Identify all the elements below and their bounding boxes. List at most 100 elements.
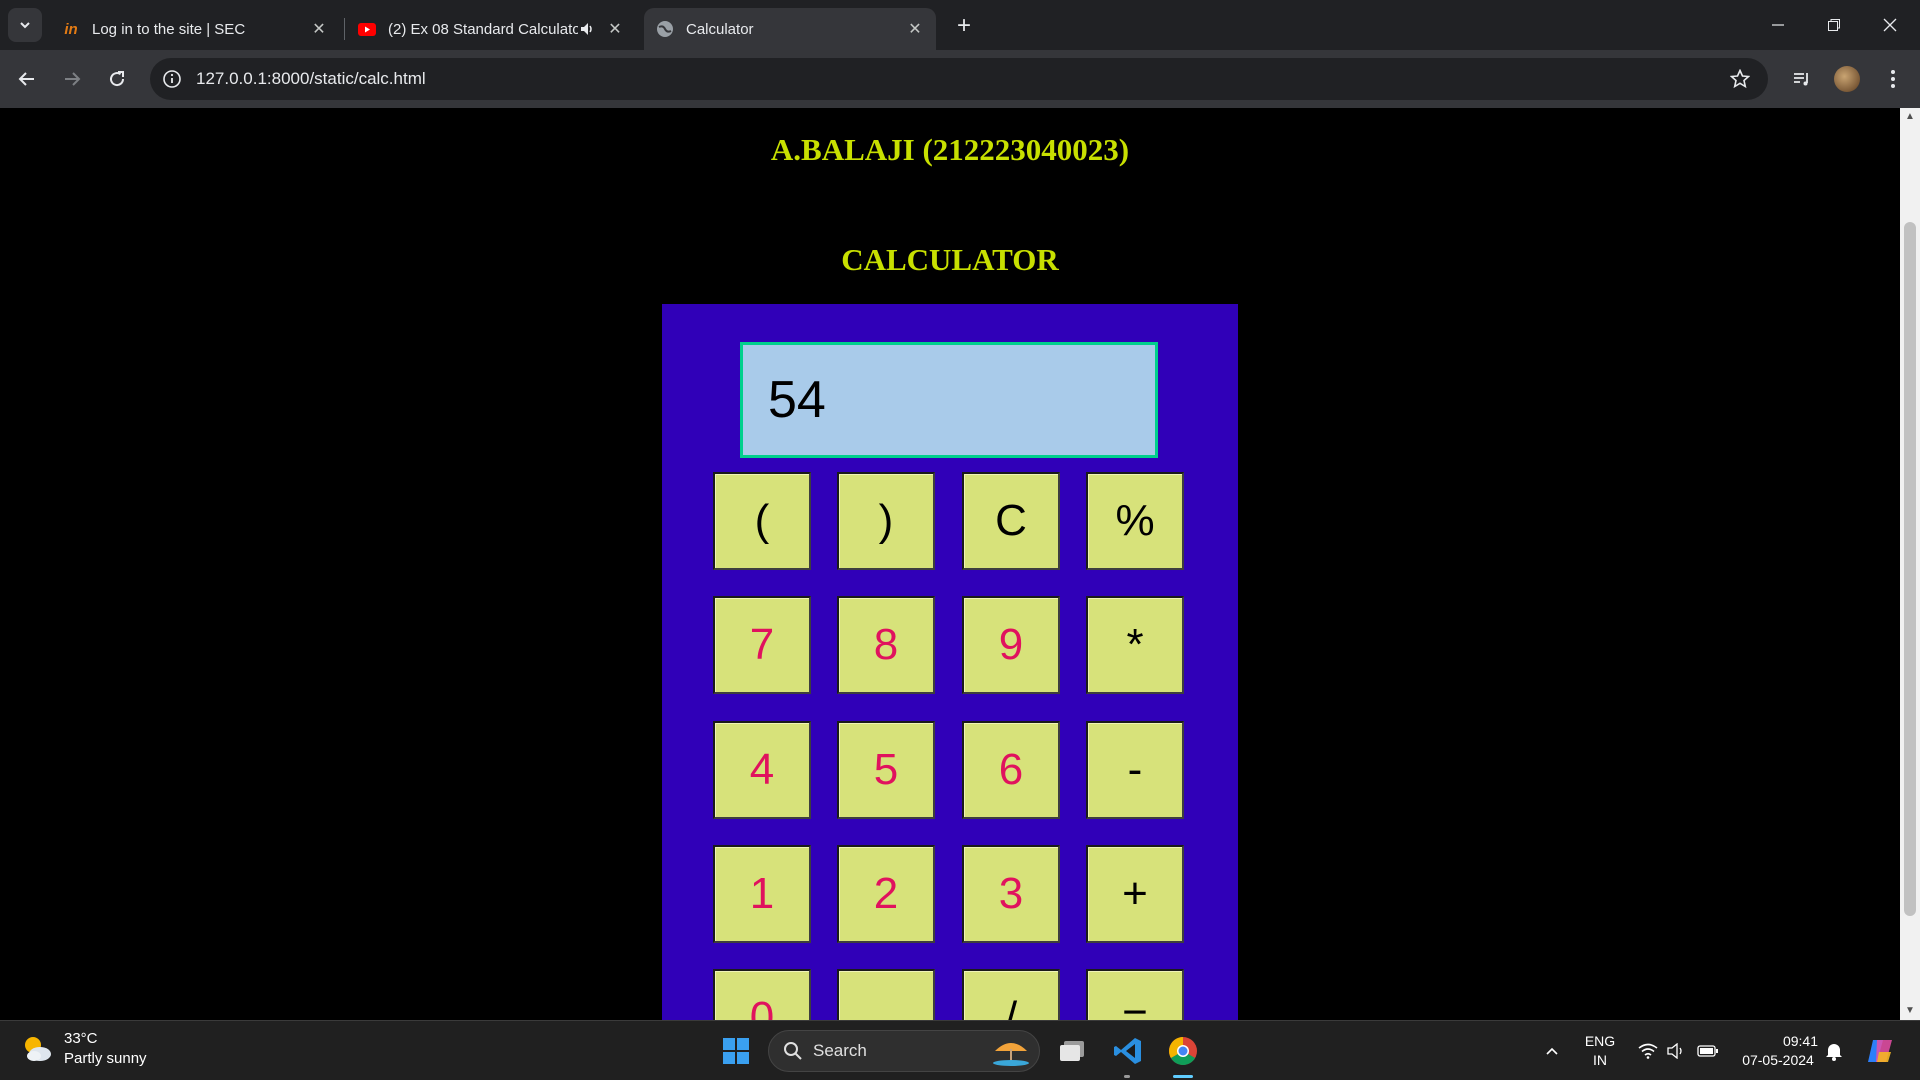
- task-view-icon: [1060, 1041, 1084, 1061]
- globe-icon: [656, 20, 674, 38]
- restore-button[interactable]: [1806, 0, 1862, 50]
- close-icon[interactable]: ✕: [606, 20, 624, 38]
- author-heading: A.BALAJI (212223040023): [770, 132, 1130, 167]
- chevron-up-icon: [1546, 1047, 1558, 1055]
- search-icon: [784, 1042, 802, 1060]
- key-open-paren[interactable]: (: [713, 472, 811, 570]
- temperature-text: 33°C: [64, 1030, 98, 1047]
- running-app-indicator: [1124, 1075, 1130, 1078]
- scroll-down-icon[interactable]: ▼: [1905, 1006, 1915, 1016]
- calculator: 54 ( ) C % 7 8 9 * 4 5 6 - 1 2 3 + 0 . /…: [662, 304, 1238, 1020]
- chrome-taskbar-button[interactable]: [1163, 1031, 1203, 1071]
- speaker-icon: [1667, 1043, 1682, 1059]
- key-6[interactable]: 6: [962, 721, 1060, 819]
- copilot-icon: [1868, 1040, 1892, 1062]
- tab-divider: [344, 18, 345, 40]
- minimize-button[interactable]: [1750, 0, 1806, 50]
- close-icon: [1883, 18, 1897, 32]
- tab-calculator[interactable]: Calculator ✕: [644, 8, 936, 50]
- weather-text: Partly sunny: [64, 1050, 147, 1067]
- key-divide[interactable]: /: [962, 969, 1060, 1020]
- arrow-right-icon: [65, 72, 81, 86]
- scroll-up-icon[interactable]: ▲: [1905, 112, 1915, 122]
- youtube-icon: [358, 20, 376, 38]
- key-4[interactable]: 4: [713, 721, 811, 819]
- scrollbar-thumb[interactable]: [1904, 222, 1916, 916]
- key-5[interactable]: 5: [837, 721, 935, 819]
- address-bar[interactable]: 127.0.0.1:8000/static/calc.html: [150, 58, 1768, 100]
- vscode-taskbar-button[interactable]: [1108, 1031, 1148, 1071]
- key-7[interactable]: 7: [713, 596, 811, 694]
- wifi-icon: [1638, 1043, 1658, 1059]
- vscode-icon: [1114, 1038, 1141, 1064]
- tab-title: (2) Ex 08 Standard Calculato: [388, 20, 578, 38]
- key-9[interactable]: 9: [962, 596, 1060, 694]
- in-logo-icon: in: [64, 20, 78, 38]
- key-add[interactable]: +: [1086, 845, 1184, 943]
- battery-button[interactable]: [1688, 1031, 1728, 1071]
- playlist-icon: [1794, 73, 1808, 86]
- page-content: A.BALAJI (212223040023) CALCULATOR 54 ( …: [0, 108, 1900, 1020]
- calculator-display[interactable]: 54: [740, 342, 1158, 458]
- key-0[interactable]: 0: [713, 969, 811, 1020]
- tab-strip: in Log in to the site | SEC ✕ (2) Ex 08 …: [0, 0, 1920, 50]
- key-8[interactable]: 8: [837, 596, 935, 694]
- menu-button[interactable]: [1876, 62, 1910, 96]
- key-3[interactable]: 3: [962, 845, 1060, 943]
- chevron-down-icon: [20, 22, 30, 29]
- search-placeholder: Search: [813, 1041, 867, 1060]
- bell-icon: [1826, 1044, 1842, 1061]
- copilot-button[interactable]: [1860, 1031, 1900, 1071]
- new-tab-button[interactable]: +: [948, 10, 980, 42]
- partly-sunny-icon: [25, 1037, 51, 1061]
- date-text: 07-05-2024: [1742, 1052, 1814, 1068]
- start-button[interactable]: [716, 1031, 756, 1071]
- language-indicator[interactable]: ENG IN: [1580, 1032, 1620, 1070]
- browser-toolbar: 127.0.0.1:8000/static/calc.html: [0, 50, 1920, 108]
- region-text: IN: [1593, 1052, 1607, 1068]
- key-decimal[interactable]: .: [837, 969, 935, 1020]
- weather-widget[interactable]: 33°C Partly sunny: [20, 1029, 147, 1069]
- reload-icon: [110, 71, 125, 87]
- tab-sec-login[interactable]: in Log in to the site | SEC ✕: [50, 8, 340, 50]
- tab-title: Calculator: [686, 20, 754, 38]
- key-clear[interactable]: C: [962, 472, 1060, 570]
- key-equals[interactable]: =: [1086, 969, 1184, 1020]
- task-view-button[interactable]: [1052, 1031, 1092, 1071]
- key-2[interactable]: 2: [837, 845, 935, 943]
- close-icon[interactable]: ✕: [310, 20, 328, 38]
- restore-icon: [1828, 19, 1840, 31]
- time-text: 09:41: [1782, 1033, 1818, 1049]
- active-app-indicator: [1173, 1075, 1193, 1078]
- close-window-button[interactable]: [1862, 0, 1918, 50]
- chrome-icon: [1169, 1037, 1197, 1065]
- speaker-icon[interactable]: [578, 20, 596, 38]
- tab-search-button[interactable]: [8, 8, 42, 42]
- key-multiply[interactable]: *: [1086, 596, 1184, 694]
- key-subtract[interactable]: -: [1086, 721, 1184, 819]
- media-controls-button[interactable]: [1785, 62, 1819, 96]
- page-scrollbar[interactable]: ▲ ▼: [1900, 108, 1920, 1020]
- windows-taskbar: 33°C Partly sunny Search ENG IN 09:41 07…: [0, 1020, 1920, 1080]
- tab-title: Log in to the site | SEC: [92, 20, 246, 38]
- clock[interactable]: 09:41 07-05-2024: [1730, 1032, 1826, 1070]
- taskbar-search[interactable]: Search: [768, 1030, 1040, 1072]
- tab-youtube[interactable]: (2) Ex 08 Standard Calculato ✕: [346, 8, 636, 50]
- more-vert-icon: [1891, 70, 1895, 88]
- key-percent[interactable]: %: [1086, 472, 1184, 570]
- reload-button[interactable]: [100, 62, 134, 96]
- url-text[interactable]: 127.0.0.1:8000/static/calc.html: [196, 69, 426, 89]
- close-icon[interactable]: ✕: [906, 20, 924, 38]
- info-icon[interactable]: [162, 69, 182, 89]
- profile-button[interactable]: [1830, 62, 1864, 96]
- key-close-paren[interactable]: ): [837, 472, 935, 570]
- notifications-button[interactable]: [1814, 1031, 1854, 1071]
- key-1[interactable]: 1: [713, 845, 811, 943]
- plus-icon: +: [956, 12, 971, 39]
- star-icon[interactable]: [1730, 69, 1750, 89]
- back-button[interactable]: [10, 62, 44, 96]
- beach-umbrella-icon: [993, 1043, 1029, 1066]
- show-hidden-icons-button[interactable]: [1532, 1031, 1572, 1071]
- windows-logo-icon: [723, 1038, 749, 1064]
- forward-button[interactable]: [55, 62, 89, 96]
